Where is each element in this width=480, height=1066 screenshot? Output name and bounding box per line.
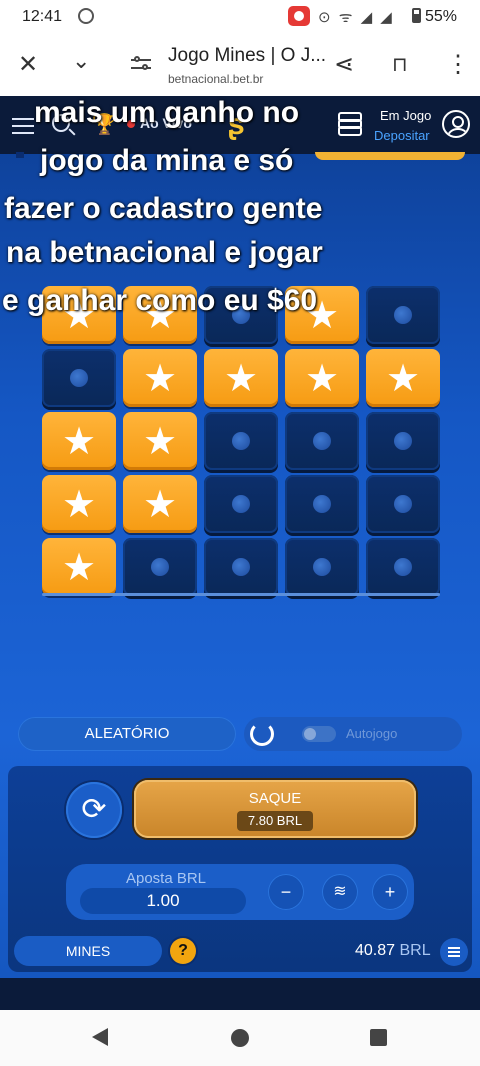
header-accent-bar	[315, 152, 465, 160]
help-button[interactable]: ?	[170, 938, 196, 964]
deposit-link[interactable]: Depositar	[374, 128, 430, 143]
hidden-tile[interactable]	[366, 475, 440, 533]
hidden-tile[interactable]	[42, 349, 116, 407]
recents-icon[interactable]	[370, 1029, 387, 1046]
share-icon[interactable]: ⋖	[334, 50, 354, 79]
caption-line: fazer o cadastro gente	[4, 192, 323, 225]
layers-icon[interactable]	[336, 110, 364, 138]
replay-button[interactable]	[66, 782, 122, 838]
screen-record-icon	[288, 6, 310, 26]
revealed-star-tile[interactable]	[123, 349, 197, 407]
home-icon[interactable]	[231, 1029, 249, 1047]
bet-label: Aposta BRL	[125, 870, 207, 887]
app-bottom-strip	[0, 978, 480, 1010]
caption-line: jogo da mina e só	[40, 144, 294, 177]
bookmark-icon[interactable]: ⊓	[392, 52, 408, 77]
settings-status-icon	[78, 8, 94, 24]
revealed-star-tile[interactable]	[42, 475, 116, 533]
hidden-tile[interactable]	[366, 286, 440, 344]
autoplay-label: Autojogo	[346, 726, 398, 741]
refresh-icon[interactable]	[250, 722, 274, 746]
caption-line: mais um ganho no	[34, 96, 300, 129]
balance: 40.87 BRL	[355, 942, 431, 960]
caption-line: e ganhar como eu $60	[2, 284, 318, 317]
page-title: Jogo Mines | O J...	[168, 45, 327, 66]
decrease-bet-button[interactable]: −	[268, 874, 304, 910]
signal-icons: ⊙ ᯤ ◢ ◢	[318, 9, 394, 26]
game-name-button[interactable]: MINES	[14, 936, 162, 966]
hidden-tile[interactable]	[366, 538, 440, 596]
mines-game-app: 🏆 Ao Vivo ʂ Em Jogo Depositar ALEATÓRIO …	[0, 96, 480, 1010]
status-bar: 12:41 ⊙ ᯤ ◢ ◢ 55%	[0, 0, 480, 34]
revealed-star-tile[interactable]	[366, 349, 440, 407]
revealed-star-tile[interactable]	[123, 412, 197, 470]
mines-grid	[38, 286, 444, 598]
cashout-label: SAQUE	[248, 790, 302, 807]
system-nav-bar	[0, 1010, 480, 1066]
revealed-star-tile[interactable]	[204, 349, 278, 407]
divider	[16, 152, 24, 158]
game-footer: MINES ? 40.87 BRL	[0, 932, 480, 976]
menu-icon[interactable]	[12, 118, 34, 134]
cashout-button[interactable]: SAQUE 7.80 BRL	[134, 780, 416, 838]
grid-progress-line	[42, 593, 440, 596]
battery-percent: 55%	[425, 8, 458, 25]
page-url: betnacional.bet.br	[168, 72, 264, 86]
balance-currency: BRL	[399, 942, 431, 959]
account-status: Em Jogo	[380, 108, 432, 123]
autoplay-toggle[interactable]	[302, 726, 336, 742]
revealed-star-tile[interactable]	[42, 538, 116, 596]
hidden-tile[interactable]	[285, 475, 359, 533]
hidden-tile[interactable]	[285, 412, 359, 470]
random-pick-button[interactable]: ALEATÓRIO	[18, 717, 236, 751]
hidden-tile[interactable]	[285, 538, 359, 596]
autoplay-control: Autojogo	[244, 717, 462, 751]
back-icon[interactable]	[92, 1028, 108, 1046]
cashout-amount: 7.80 BRL	[237, 811, 313, 831]
hidden-tile[interactable]	[366, 412, 440, 470]
revealed-star-tile[interactable]	[285, 349, 359, 407]
increase-bet-button[interactable]: +	[372, 874, 408, 910]
hidden-tile[interactable]	[204, 412, 278, 470]
revealed-star-tile[interactable]	[42, 412, 116, 470]
revealed-star-tile[interactable]	[123, 475, 197, 533]
close-icon[interactable]: ✕	[18, 50, 38, 79]
hidden-tile[interactable]	[204, 475, 278, 533]
bet-amount-box: Aposta BRL 1.00 − ≋ +	[66, 864, 414, 920]
user-avatar-icon[interactable]	[442, 110, 470, 138]
site-settings-icon[interactable]	[131, 54, 151, 74]
hidden-tile[interactable]	[204, 538, 278, 596]
hidden-tile[interactable]	[123, 538, 197, 596]
chevron-down-icon[interactable]: ⌄	[72, 48, 90, 74]
more-vert-icon[interactable]: ⋮	[446, 50, 470, 79]
browser-toolbar: ✕ ⌄ Jogo Mines | O J... betnacional.bet.…	[0, 34, 480, 96]
clock: 12:41	[22, 8, 63, 25]
balance-amount: 40.87	[355, 942, 396, 959]
game-menu-icon[interactable]	[440, 938, 468, 966]
caption-line: na betnacional e jogar	[6, 236, 323, 269]
coins-icon[interactable]: ≋	[322, 874, 358, 910]
bet-input[interactable]: 1.00	[80, 888, 246, 914]
battery-icon	[412, 8, 421, 23]
